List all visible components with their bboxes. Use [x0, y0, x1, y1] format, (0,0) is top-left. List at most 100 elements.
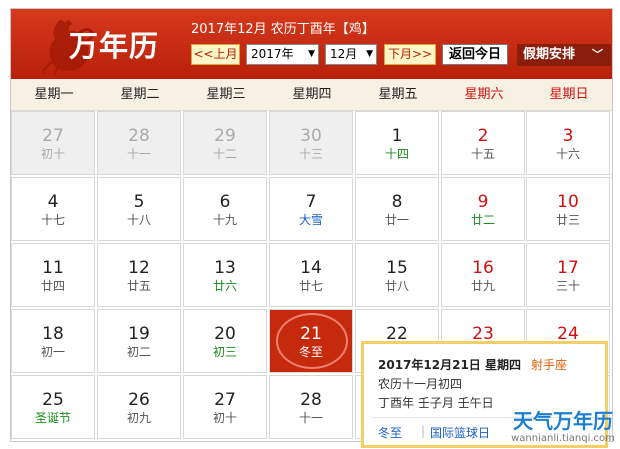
day-number: 16 [472, 258, 494, 278]
site-watermark: 天气万年历 wannianli.tianqi.com [503, 409, 620, 445]
calendar-day-today[interactable]: 21 冬至 [269, 309, 353, 373]
lunar-date: 十一 [298, 411, 323, 425]
prev-month-button[interactable]: <<上月 [191, 44, 240, 65]
calendar-day[interactable]: 26 初九 [97, 375, 181, 439]
lunar-date: 十三 [298, 147, 323, 161]
back-to-today-button[interactable]: 返回今日 [442, 44, 508, 65]
day-number: 25 [42, 390, 64, 410]
popup-solar-term-link[interactable]: 冬至 [378, 424, 402, 441]
lunar-date: 三十 [555, 279, 580, 293]
weekday-label: 星期二 [120, 87, 160, 102]
dropdown-arrow-icon: ▼ [366, 49, 373, 59]
calendar-day[interactable]: 15 廿八 [355, 243, 439, 307]
lunar-date: 十二 [212, 147, 237, 161]
weekday-label: 星期三 [206, 87, 246, 102]
popup-zodiac-sign: 射手座 [530, 358, 567, 372]
calendar-day[interactable]: 5 十八 [97, 177, 181, 241]
day-number: 30 [300, 126, 322, 146]
lunar-date: 十九 [212, 213, 237, 227]
calendar-day[interactable]: 12 廿五 [97, 243, 181, 307]
day-number: 18 [42, 324, 64, 344]
lunar-date: 初二 [126, 345, 151, 359]
calendar-day[interactable]: 7 大雪 [269, 177, 353, 241]
lunar-date: 廿六 [212, 279, 237, 293]
day-number: 4 [47, 192, 59, 212]
watermark-url: wannianli.tianqi.com [511, 433, 615, 444]
popup-ganzhi: 丁酉年 壬子月 壬午日 [378, 396, 494, 410]
popup-date: 2017年12月21日 星期四 [378, 358, 521, 372]
day-number: 1 [391, 126, 403, 146]
next-month-button[interactable]: 下月>> [384, 44, 436, 65]
month-select[interactable]: 12月 ▼ [325, 44, 377, 65]
chevron-down-icon: ﹀ [592, 48, 603, 61]
calendar-day[interactable]: 19 初二 [97, 309, 181, 373]
day-number: 7 [305, 192, 317, 212]
lunar-date: 初三 [212, 345, 237, 359]
lunar-date: 廿二 [470, 213, 495, 227]
lunar-date: 十五 [470, 147, 495, 161]
day-number: 26 [128, 390, 150, 410]
lunar-date: 廿九 [470, 279, 495, 293]
popup-festival-link[interactable]: 国际篮球日 [430, 424, 490, 441]
watermark-logo-text: 天气万年历 [513, 409, 613, 433]
calendar-day[interactable]: 3 十六 [526, 111, 610, 175]
lunar-date: 大雪 [298, 213, 323, 227]
calendar-day[interactable]: 2 十五 [441, 111, 525, 175]
weekday-label: 星期四 [292, 87, 332, 102]
calendar-day[interactable]: 18 初一 [11, 309, 95, 373]
calendar-day[interactable]: 17 三十 [526, 243, 610, 307]
day-number: 8 [391, 192, 403, 212]
calendar-day[interactable]: 28 十一 [97, 111, 181, 175]
lunar-date: 廿四 [40, 279, 65, 293]
calendar-day[interactable]: 27 初十 [11, 111, 95, 175]
lunar-date: 廿五 [126, 279, 151, 293]
day-number: 2 [477, 126, 489, 146]
day-number: 10 [557, 192, 579, 212]
calendar-day[interactable]: 29 十二 [183, 111, 267, 175]
calendar-header: 万年历 2017年12月 农历丁酉年【鸡】 <<上月 2017年 ▼ 12月 ▼… [11, 9, 612, 79]
day-number: 20 [214, 324, 236, 344]
day-number: 14 [300, 258, 322, 278]
calendar-day[interactable]: 10 廿三 [526, 177, 610, 241]
day-number: 28 [300, 390, 322, 410]
calendar-day[interactable]: 20 初三 [183, 309, 267, 373]
dropdown-arrow-icon: ▼ [308, 49, 315, 59]
lunar-date: 十八 [126, 213, 151, 227]
day-number: 13 [214, 258, 236, 278]
lunar-date: 十七 [40, 213, 65, 227]
day-number: 19 [128, 324, 150, 344]
calendar-day[interactable]: 27 初十 [183, 375, 267, 439]
calendar-day[interactable]: 1 十四 [355, 111, 439, 175]
lunar-date: 十六 [555, 147, 580, 161]
today-highlight-ring [276, 313, 348, 369]
day-number: 27 [214, 390, 236, 410]
calendar-day[interactable]: 16 廿九 [441, 243, 525, 307]
month-select-value: 12月 [330, 47, 358, 61]
calendar-day[interactable]: 30 十三 [269, 111, 353, 175]
day-number: 27 [42, 126, 64, 146]
holiday-schedule-button[interactable]: 假期安排 ﹀ [517, 44, 611, 66]
popup-date-line: 2017年12月21日 星期四 射手座 [378, 356, 567, 373]
calendar-day[interactable]: 13 廿六 [183, 243, 267, 307]
calendar-day[interactable]: 14 廿七 [269, 243, 353, 307]
day-number: 3 [562, 126, 574, 146]
day-number: 17 [557, 258, 579, 278]
popup-link-separator: | [421, 424, 426, 438]
calendar-day[interactable]: 8 廿一 [355, 177, 439, 241]
calendar-day[interactable]: 25 圣诞节 [11, 375, 95, 439]
calendar-day[interactable]: 28 十一 [269, 375, 353, 439]
calendar-day[interactable]: 6 十九 [183, 177, 267, 241]
holiday-schedule-label: 假期安排 [523, 47, 576, 62]
day-number: 29 [214, 126, 236, 146]
day-number: 6 [219, 192, 231, 212]
calendar-day[interactable]: 11 廿四 [11, 243, 95, 307]
weekday-header: 星期一 星期二 星期三 星期四 星期五 星期六 星期日 [11, 79, 612, 111]
lunar-date: 廿三 [555, 213, 580, 227]
current-date-line: 2017年12月 农历丁酉年【鸡】 [191, 22, 375, 37]
calendar-day[interactable]: 4 十七 [11, 177, 95, 241]
calendar-day[interactable]: 9 廿二 [441, 177, 525, 241]
lunar-date: 初九 [126, 411, 151, 425]
year-select[interactable]: 2017年 ▼ [246, 44, 319, 65]
lunar-date: 廿七 [298, 279, 323, 293]
calendar-widget: 万年历 2017年12月 农历丁酉年【鸡】 <<上月 2017年 ▼ 12月 ▼… [10, 8, 615, 448]
